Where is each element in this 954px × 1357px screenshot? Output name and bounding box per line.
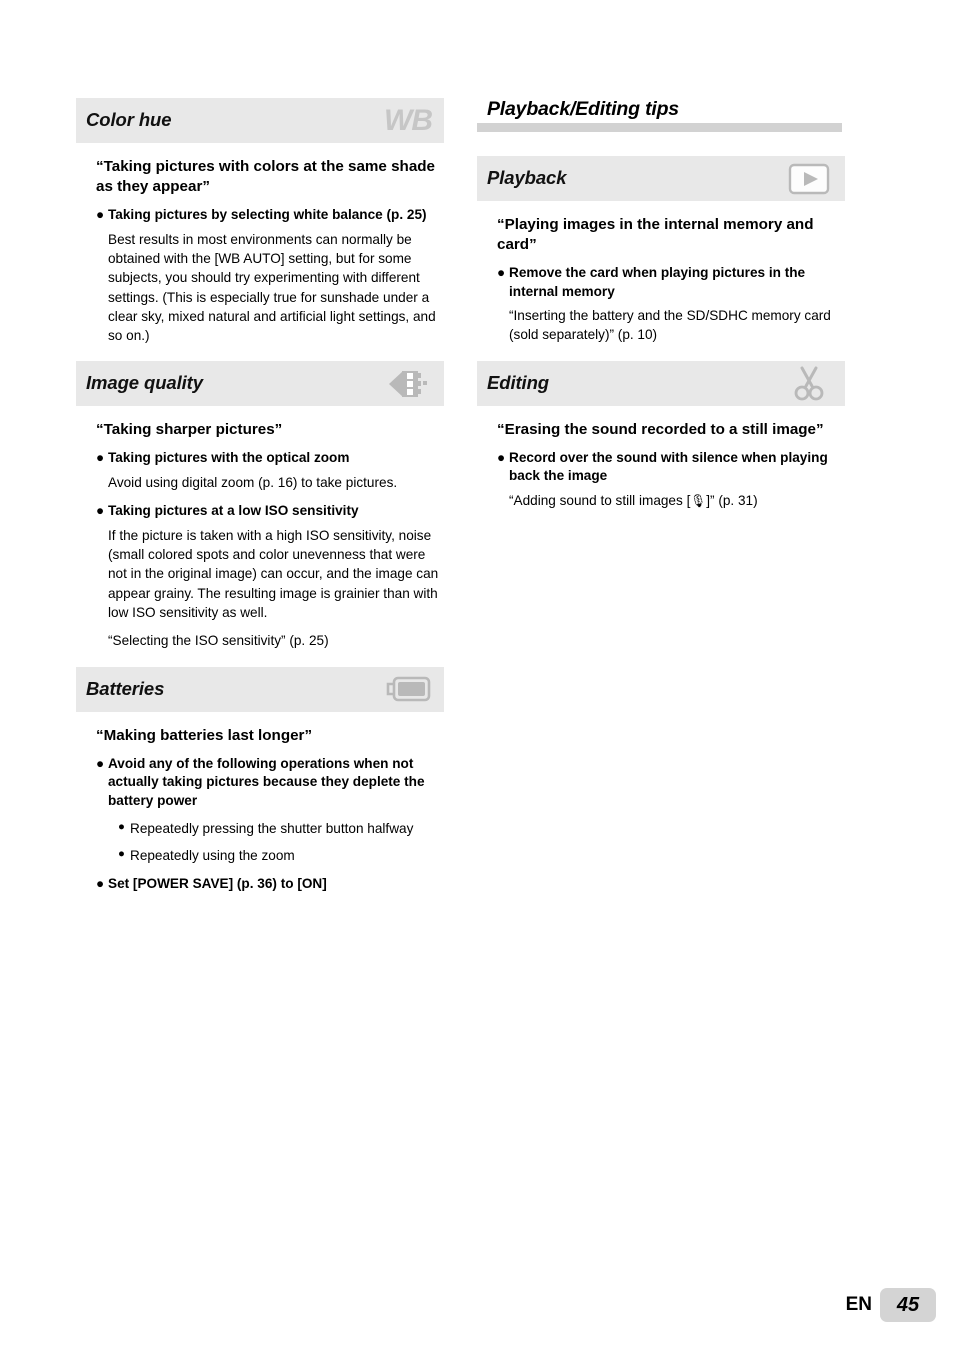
sub-bullet-label: Repeatedly pressing the shutter button h… <box>130 821 414 837</box>
bullet-dot-icon: ● <box>96 450 105 466</box>
bullet-item: ● Taking pictures by selecting white bal… <box>96 206 444 224</box>
bullet-item: ● Remove the card when playing pictures … <box>497 264 845 301</box>
section-header-editing: Editing <box>477 360 845 406</box>
white-balance-wb-icon: WB <box>380 98 436 143</box>
section-title-batteries: Batteries <box>86 677 165 699</box>
section-body-image-quality: “Taking sharper pictures” ● Taking pictu… <box>76 420 444 650</box>
section-header-playback: Playback <box>477 156 845 201</box>
sub-bullet-item: ● Repeatedly pressing the shutter button… <box>118 820 444 838</box>
bullet-label: Taking pictures by selecting white balan… <box>108 207 427 223</box>
bullet-dot-icon: ● <box>118 847 125 860</box>
section-body-color-hue: “Taking pictures with colors at the same… <box>76 157 444 345</box>
bullet-label: Set [POWER SAVE] (p. 36) to [ON] <box>108 875 327 891</box>
page-number-badge: 45 <box>880 1288 936 1322</box>
cross-reference: “Adding sound to still images [🎙]” (p. 3… <box>509 491 845 511</box>
reference-suffix: ]” (p. 31) <box>706 492 758 508</box>
section-header-image-quality: Image quality <box>76 361 444 407</box>
language-code: EN <box>845 1294 872 1315</box>
quoted-heading: “Taking pictures with colors at the same… <box>96 158 435 196</box>
quoted-heading: “Taking sharper pictures” <box>96 421 283 439</box>
main-section-title-text: Playback/Editing tips <box>487 98 679 120</box>
main-section-title: Playback/Editing tips <box>477 98 845 138</box>
quoted-heading: “Making batteries last longer” <box>96 726 313 744</box>
quoted-heading: “Playing images in the internal memory a… <box>497 216 814 254</box>
section-title-image-quality: Image quality <box>86 372 203 394</box>
manual-page: Color hue WB “Taking pictures with color… <box>0 0 954 1357</box>
bullet-dot-icon: ● <box>96 207 105 223</box>
bullet-label: Remove the card when playing pictures in… <box>509 265 806 299</box>
page-footer: EN 45 <box>0 1288 954 1328</box>
section-body-editing: “Erasing the sound recorded to a still i… <box>477 420 845 511</box>
wb-icon-label: WB <box>384 103 433 137</box>
section-title-editing: Editing <box>487 371 549 393</box>
battery-icon <box>380 667 436 712</box>
play-button-icon <box>781 156 837 201</box>
reference-prefix: “Adding sound to still images [ <box>509 492 691 508</box>
section-body-playback: “Playing images in the internal memory a… <box>477 215 845 345</box>
bullet-dot-icon: ● <box>96 503 105 519</box>
paragraph: Best results in most environments can no… <box>108 231 436 344</box>
bullet-item: ● Taking pictures at a low ISO sensitivi… <box>96 502 444 520</box>
section-title-playback: Playback <box>487 167 567 188</box>
bullet-dot-icon: ● <box>118 821 125 834</box>
bullet-dot-icon: ● <box>96 755 105 771</box>
section-header-batteries: Batteries <box>76 666 444 712</box>
cross-reference: “Selecting the ISO sensitivity” (p. 25) <box>108 633 329 649</box>
bullet-item: ● Avoid any of the following operations … <box>96 755 444 810</box>
sub-bullet-item: ● Repeatedly using the zoom <box>118 847 444 865</box>
bullet-item: ● Record over the sound with silence whe… <box>497 449 845 486</box>
section-title-color-hue: Color hue <box>86 109 172 130</box>
right-column: Playback/Editing tips Playback “Playing … <box>477 98 845 520</box>
scissors-icon <box>781 361 837 406</box>
bullet-dot-icon: ● <box>96 875 105 891</box>
section-body-batteries: “Making batteries last longer” ● Avoid a… <box>76 726 444 894</box>
page-number: 45 <box>896 1293 920 1316</box>
left-column: Color hue WB “Taking pictures with color… <box>76 98 444 897</box>
bullet-dot-icon: ● <box>497 449 506 465</box>
title-rule <box>477 123 842 132</box>
bullet-label: Taking pictures at a low ISO sensitivity <box>108 503 359 519</box>
sub-bullet-label: Repeatedly using the zoom <box>130 847 295 863</box>
bullet-label: Record over the sound with silence when … <box>509 449 828 484</box>
quoted-heading: “Erasing the sound recorded to a still i… <box>497 420 824 438</box>
cross-reference: “Inserting the battery and the SD/SDHC m… <box>509 308 831 343</box>
bullet-item: ● Set [POWER SAVE] (p. 36) to [ON] <box>96 875 444 893</box>
section-header-color-hue: Color hue WB <box>76 98 444 143</box>
bullet-item: ● Taking pictures with the optical zoom <box>96 449 444 467</box>
microphone-icon: 🎙 <box>690 493 707 508</box>
bullet-label: Taking pictures with the optical zoom <box>108 450 350 466</box>
bullet-dot-icon: ● <box>497 265 506 281</box>
paragraph: Avoid using digital zoom (p. 16) to take… <box>108 474 398 490</box>
pixel-arrow-image-quality-icon <box>380 361 436 406</box>
paragraph: If the picture is taken with a high ISO … <box>108 527 439 620</box>
bullet-label: Avoid any of the following operations wh… <box>108 755 425 808</box>
